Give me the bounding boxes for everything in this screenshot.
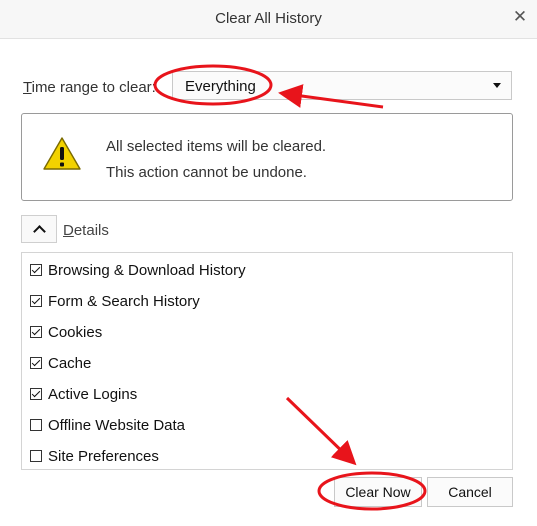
checkbox[interactable]: [30, 357, 42, 369]
warning-triangle-icon: [43, 137, 81, 170]
chevron-up-icon: [33, 225, 46, 238]
checkbox[interactable]: [30, 450, 42, 462]
checkbox-label: Cache: [48, 355, 92, 372]
checkbox-label: Cookies: [48, 324, 103, 341]
checkbox-label: Site Preferences: [48, 448, 159, 465]
warning-box: All selected items will be cleared. This…: [21, 113, 513, 201]
warning-line-2: This action cannot be undone.: [106, 164, 307, 181]
dialog-title: Clear All History: [215, 10, 322, 27]
time-range-dropdown[interactable]: Everything: [172, 71, 512, 100]
details-label[interactable]: Details: [63, 222, 109, 239]
history-items-list: Browsing & Download History Form & Searc…: [21, 252, 513, 470]
cancel-button[interactable]: Cancel: [427, 477, 513, 507]
dropdown-arrow-icon: [493, 83, 501, 88]
time-range-label-accesskey: T: [23, 79, 32, 96]
time-range-label-text: ime range to clear:: [31, 79, 156, 96]
title-bar: Clear All History ✕: [0, 0, 537, 39]
details-toggle-button[interactable]: [21, 215, 57, 243]
warning-line-1: All selected items will be cleared.: [106, 138, 327, 155]
checkbox[interactable]: [30, 264, 42, 276]
details-label-accesskey: D: [63, 222, 74, 239]
checkbox-label: Browsing & Download History: [48, 262, 246, 279]
checkbox-label: Active Logins: [48, 386, 138, 403]
checkbox[interactable]: [30, 295, 42, 307]
clear-now-button[interactable]: Clear Now: [334, 477, 422, 507]
checkbox-label: Offline Website Data: [48, 417, 186, 434]
checkbox[interactable]: [30, 388, 42, 400]
time-range-label: Time range to clear:: [23, 79, 156, 96]
close-icon[interactable]: ✕: [509, 6, 531, 28]
checkbox-label: Form & Search History: [48, 293, 200, 310]
details-label-text: etails: [73, 222, 109, 239]
checkbox[interactable]: [30, 326, 42, 338]
time-range-selected-value: Everything: [185, 78, 256, 95]
checkbox[interactable]: [30, 419, 42, 431]
